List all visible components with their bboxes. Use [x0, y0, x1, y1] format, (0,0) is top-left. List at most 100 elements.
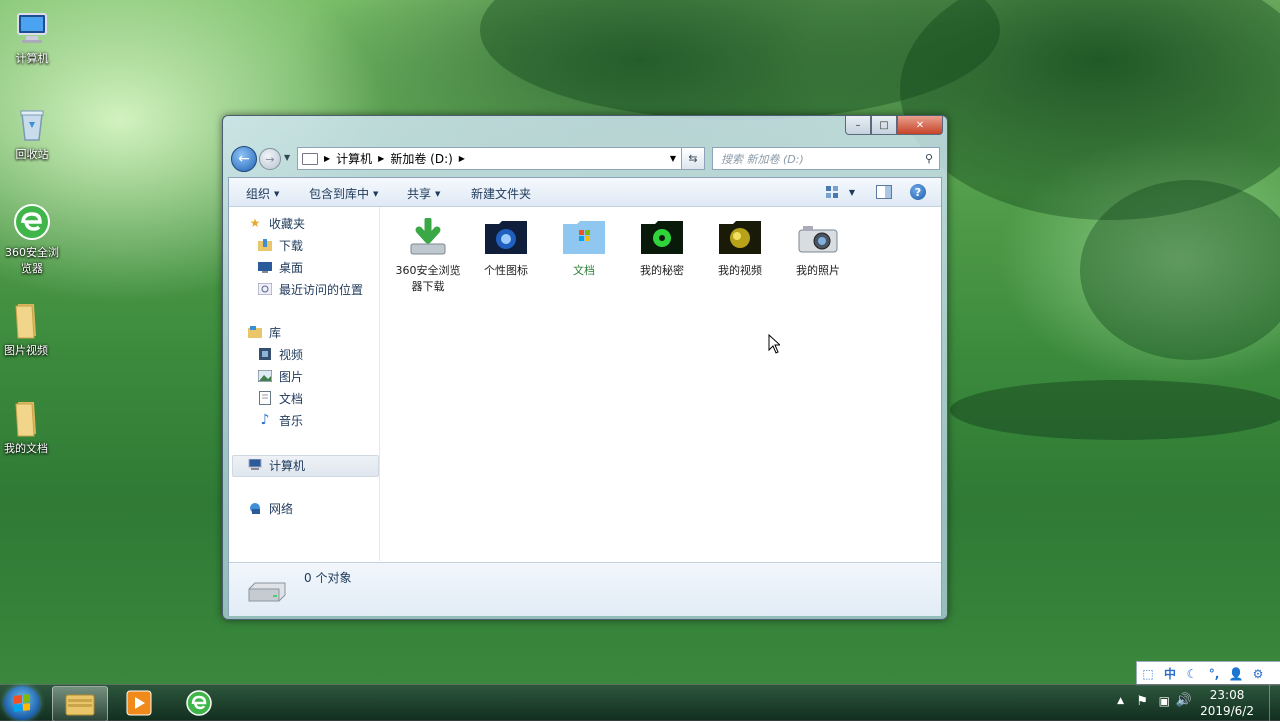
camera-folder-icon — [795, 218, 841, 258]
document-library-icon — [257, 390, 273, 406]
desktop-icon-label: 计算机 — [15, 52, 49, 65]
action-center-flag-icon[interactable]: ⚑ — [1136, 694, 1148, 709]
file-item-custom-icons[interactable]: 个性图标 — [471, 218, 541, 278]
search-input[interactable]: 搜索 新加卷 (D:) — [721, 151, 804, 167]
close-button[interactable]: ✕ — [897, 116, 943, 135]
ime-switch-icon[interactable]: ⬚ — [1137, 667, 1159, 681]
desktop-icon-360-browser[interactable]: 360安全浏览器 — [0, 202, 64, 276]
details-pane: 0 个对象 — [229, 562, 941, 616]
mouse-cursor-icon — [768, 334, 780, 354]
new-folder-button[interactable]: 新建文件夹 — [471, 185, 531, 202]
download-folder-icon — [405, 216, 451, 258]
file-item-label: 我的照片 — [796, 264, 840, 277]
file-item-documents[interactable]: 文档 — [549, 218, 619, 278]
file-item-360-downloads[interactable]: 360安全浏览器下载 — [393, 216, 463, 294]
close-icon: ✕ — [915, 119, 925, 131]
desktop-icon-my-documents[interactable]: 我的文档 — [0, 398, 58, 456]
settings-icon[interactable]: ⚙ — [1247, 667, 1269, 681]
ime-mode-button[interactable]: 中 — [1159, 665, 1181, 682]
navigation-bar: ← → ▼ ▶ 计算机 ▶ 新加卷 (D:) ▶ ▼ ⇆ 搜索 新加卷 (D:)… — [229, 145, 941, 172]
music-note-icon: ♪ — [260, 412, 270, 428]
recycle-bin-icon — [12, 104, 52, 144]
nav-label: 库 — [269, 325, 282, 340]
nav-favorites[interactable]: ★ 收藏夹 — [247, 213, 305, 233]
desktop-icon — [257, 259, 273, 275]
minimize-button[interactable]: – — [845, 116, 871, 135]
nav-item-pictures[interactable]: 图片 — [257, 366, 303, 386]
nav-item-documents[interactable]: 文档 — [257, 388, 303, 408]
desktop-icon-computer[interactable]: 计算机 — [0, 8, 64, 66]
maximize-button[interactable]: □ — [871, 116, 897, 135]
file-item-my-secret[interactable]: 我的秘密 — [627, 218, 697, 278]
file-item-label: 个性图标 — [484, 264, 528, 277]
taskbar-media-player[interactable] — [112, 686, 166, 720]
taskbar-explorer[interactable] — [52, 686, 108, 722]
nav-network[interactable]: 网络 — [247, 498, 293, 518]
desktop-icon-label: 我的文档 — [4, 442, 48, 455]
nav-computer[interactable]: 计算机 — [247, 455, 305, 475]
include-in-library-menu[interactable]: 包含到库中 ▼ — [309, 185, 378, 202]
clock-date: 2019/6/2 — [1200, 704, 1254, 718]
show-desktop-button[interactable] — [1269, 685, 1280, 721]
chevron-down-icon: ▼ — [274, 190, 280, 198]
help-button[interactable]: ? — [909, 183, 927, 201]
search-icon[interactable]: ⚲ — [925, 152, 933, 165]
volume-icon[interactable]: 🔊 — [1176, 693, 1192, 708]
organize-menu[interactable]: 组织 ▼ — [246, 185, 279, 202]
show-hidden-icons-button[interactable]: ▲ — [1117, 696, 1124, 706]
ime-toolbar: ⬚ 中 ☾ °, 👤 ⚙ — [1136, 661, 1280, 686]
clock-time: 23:08 — [1209, 688, 1245, 702]
recent-places-icon — [257, 281, 273, 297]
nav-libraries[interactable]: 库 — [247, 322, 281, 342]
taskbar-360-browser[interactable] — [172, 686, 226, 720]
start-button[interactable] — [4, 686, 40, 720]
file-item-my-photos[interactable]: 我的照片 — [783, 218, 853, 278]
preview-pane-icon — [876, 185, 892, 199]
file-item-my-videos[interactable]: 我的视频 — [705, 218, 775, 278]
nav-item-downloads[interactable]: 下载 — [257, 235, 303, 255]
water-shadow — [950, 380, 1280, 440]
address-bar[interactable]: ▶ 计算机 ▶ 新加卷 (D:) ▶ ▼ — [297, 147, 683, 170]
change-view-button[interactable] — [823, 183, 841, 201]
chevron-down-icon[interactable]: ▼ — [670, 154, 676, 163]
forward-button[interactable]: → — [259, 148, 281, 170]
minimize-icon: – — [855, 119, 861, 131]
punctuation-icon[interactable]: °, — [1203, 667, 1225, 681]
nav-label: 图片 — [279, 369, 304, 384]
desktop-icon-recycle-bin[interactable]: 回收站 — [0, 104, 64, 162]
nav-item-music[interactable]: ♪ 音乐 — [257, 410, 303, 430]
nav-label: 计算机 — [269, 458, 306, 473]
clock[interactable]: 23:08 2019/6/2 — [1200, 687, 1254, 719]
chevron-down-icon: ▼ — [435, 190, 441, 198]
nav-label: 收藏夹 — [269, 216, 306, 231]
picture-library-icon — [257, 368, 273, 384]
user-icon[interactable]: 👤 — [1225, 667, 1247, 681]
refresh-button[interactable]: ⇆ — [681, 147, 705, 170]
share-menu[interactable]: 共享 ▼ — [407, 185, 440, 202]
refresh-icon: ⇆ — [688, 152, 698, 165]
chevron-right-icon[interactable]: ▶ — [324, 154, 330, 163]
search-box[interactable]: 搜索 新加卷 (D:) ⚲ — [712, 147, 940, 170]
drive-icon — [302, 152, 318, 165]
maximize-icon: □ — [879, 119, 889, 131]
library-icon — [247, 324, 263, 340]
nav-item-videos[interactable]: 视频 — [257, 344, 303, 364]
object-count: 0 个对象 — [304, 571, 352, 585]
nav-label: 下载 — [279, 238, 304, 253]
chevron-down-icon: ▼ — [373, 190, 379, 198]
chevron-down-icon: ▼ — [848, 187, 856, 197]
chevron-right-icon[interactable]: ▶ — [378, 154, 384, 163]
navigation-pane: ★ 收藏夹 下载 桌面 最近访问的位置 库 视频 图片 文档 ♪ 音乐 计算机 网络 — [229, 207, 380, 561]
nav-item-desktop[interactable]: 桌面 — [257, 257, 303, 277]
breadcrumb-computer[interactable]: 计算机 — [336, 150, 372, 167]
view-options-dropdown[interactable]: ▼ — [843, 183, 861, 201]
network-status-icon[interactable]: ▣ — [1159, 694, 1170, 708]
moon-icon[interactable]: ☾ — [1181, 667, 1203, 681]
desktop-icon-pictures-videos[interactable]: 图片视频 — [0, 300, 58, 358]
nav-item-recent-places[interactable]: 最近访问的位置 — [257, 279, 363, 299]
recent-pages-dropdown[interactable]: ▼ — [284, 153, 290, 162]
breadcrumb-drive-d[interactable]: 新加卷 (D:) — [390, 150, 452, 167]
back-button[interactable]: ← — [231, 146, 257, 172]
preview-pane-button[interactable] — [875, 183, 893, 201]
chevron-right-icon[interactable]: ▶ — [459, 154, 465, 163]
